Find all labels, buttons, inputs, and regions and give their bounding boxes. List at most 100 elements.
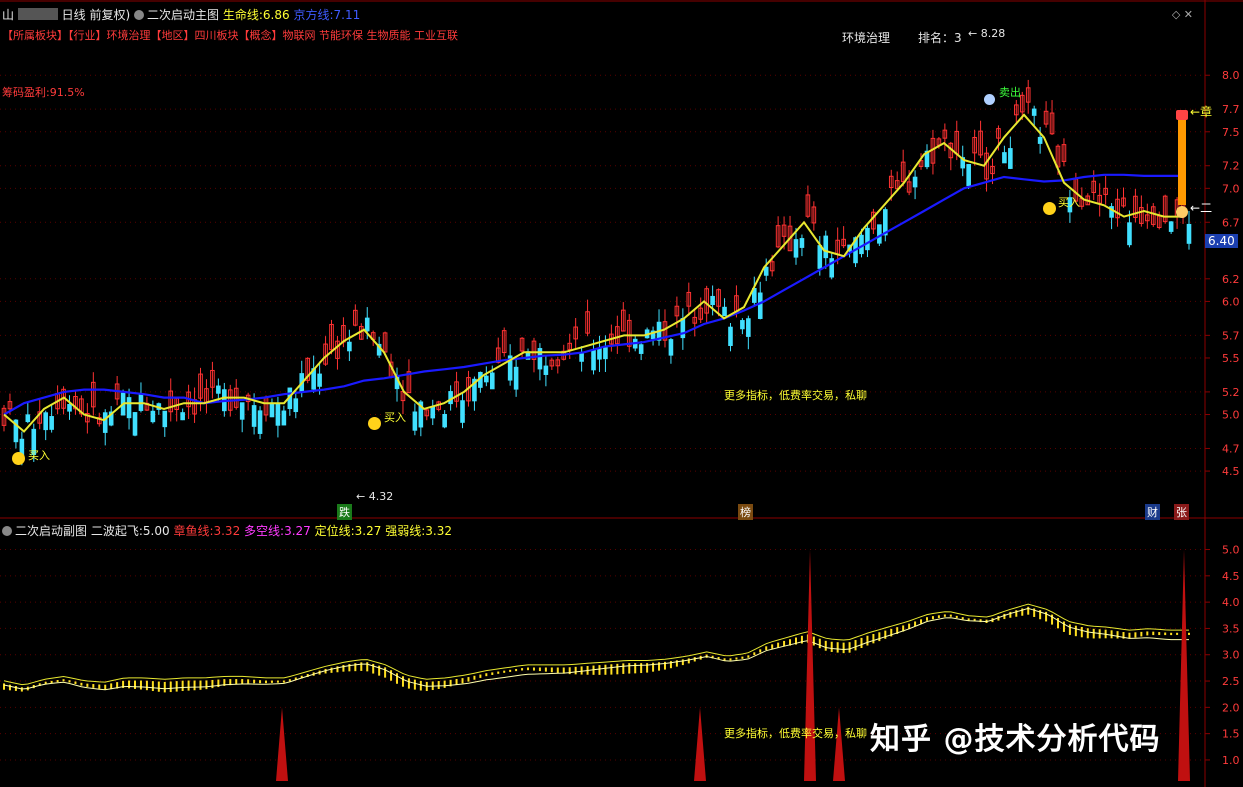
diamond-icon[interactable]: ◇ <box>1172 8 1180 21</box>
candle-body <box>912 176 918 188</box>
candle-body <box>740 320 745 330</box>
price-tick-label: 5.2 <box>1222 386 1240 399</box>
smiley-icon <box>12 452 25 465</box>
sub-tick-label: 4.0 <box>1222 596 1240 609</box>
profit-line-label: 京方线: <box>293 8 334 22</box>
candle-body <box>1127 222 1132 246</box>
candle-body <box>275 403 281 426</box>
candle-body <box>460 400 465 423</box>
ad-text-sub: 更多指标，低费率交易，私聊 <box>724 727 867 740</box>
price-tick-label: 8.0 <box>1222 69 1240 82</box>
current-price-box: 6.40 <box>1205 234 1238 248</box>
settings-circle-icon[interactable] <box>134 10 145 20</box>
price-tick-label: 5.0 <box>1222 409 1240 422</box>
candle-body <box>817 245 823 269</box>
candle-body <box>239 402 245 420</box>
candle-body <box>317 373 322 387</box>
grid-lines <box>0 0 1243 519</box>
candle-body <box>513 366 519 390</box>
main-indicator-name[interactable]: 二次启动主图 <box>147 8 219 22</box>
candle-body <box>543 365 549 375</box>
er-label: ←二 <box>1190 201 1213 215</box>
candle-body <box>102 412 108 433</box>
industry-name: 环境治理 <box>842 31 891 45</box>
symbol-prefix: 山 <box>2 8 15 22</box>
profit-line-value: 7.11 <box>333 8 361 22</box>
sub-tick-label: 2.5 <box>1222 675 1240 688</box>
candle-body <box>668 339 674 356</box>
settings-circle-icon[interactable] <box>2 526 12 536</box>
masked-symbol <box>17 8 58 20</box>
rank-display: 排名：3 <box>918 29 962 46</box>
smiley-icon <box>1043 202 1056 215</box>
price-tick-label: 6.7 <box>1222 216 1240 229</box>
sub-header: 二次启动副图 二波起飞:5.00 章鱼线:3.32 多空线:3.27 定位线:3… <box>2 522 452 539</box>
candle-body <box>489 372 495 390</box>
price-tick-label: 4.7 <box>1222 442 1240 455</box>
ad-text-main: 更多指标，低费率交易，私聊 <box>724 389 867 402</box>
candle-body <box>162 410 168 428</box>
candle-body <box>1186 223 1192 244</box>
candle-body <box>710 295 715 306</box>
candle-body <box>293 398 299 413</box>
sell-star-icon <box>984 94 995 105</box>
profit-line-series <box>3 173 1184 416</box>
candle-body <box>484 375 489 383</box>
candle-body <box>43 412 48 431</box>
high-price-label: ← 8.28 <box>968 27 1006 40</box>
price-tick-label: 7.5 <box>1222 126 1240 139</box>
price-tick-label: 5.5 <box>1222 352 1240 365</box>
close-icon[interactable]: ✕ <box>1184 8 1193 21</box>
candle-body <box>442 414 447 428</box>
candle-body <box>793 239 799 258</box>
price-tick-label: 5.7 <box>1222 329 1240 342</box>
candle-body <box>579 352 584 362</box>
sub-tick-label: 4.5 <box>1222 570 1240 583</box>
concept-tags: 【所属板块】【行业】环境治理【地区】四川板块【概念】物联网 节能环保 生物质能 … <box>2 29 458 42</box>
candle-body <box>150 410 156 423</box>
indicator-bars <box>3 606 1190 693</box>
candle-body <box>132 412 138 436</box>
signal-spike <box>804 549 816 781</box>
diamond-marker-icon <box>1176 110 1188 120</box>
candle-body <box>126 397 132 419</box>
marker-bang[interactable]: 榜 <box>738 504 753 520</box>
buy-signal-1: 买入 <box>28 449 50 462</box>
sub-tick-label: 3.0 <box>1222 649 1240 662</box>
marker-zhang[interactable]: 张 <box>1174 504 1189 520</box>
price-tick-label: 7.7 <box>1222 103 1240 116</box>
candle-body <box>180 412 185 421</box>
sub-axis: 5.0 4.5 4.0 3.5 3.0 2.5 2.0 1.5 1.0 <box>1204 519 1240 787</box>
life-line-value: 6.86 <box>262 8 290 22</box>
marker-cai[interactable]: 财 <box>1145 504 1160 520</box>
buy-signal-3: 买入 <box>1058 196 1080 209</box>
sub-title[interactable]: 二次启动副图 <box>15 524 87 538</box>
marker-die[interactable]: 跌 <box>337 504 352 520</box>
candle-body <box>757 292 763 319</box>
candle-body <box>67 403 72 412</box>
signal-spike <box>1178 549 1190 781</box>
window-controls[interactable]: ◇ ✕ <box>1172 8 1193 21</box>
signal-spike <box>276 707 288 781</box>
smiley-icon <box>368 417 381 430</box>
candle-body <box>49 416 54 430</box>
sub-tick-label: 1.5 <box>1222 728 1240 741</box>
period-label[interactable]: 日线 前复权 <box>62 8 126 22</box>
candle-body <box>799 238 805 248</box>
buy-signal-2: 买入 <box>384 411 406 424</box>
candle-body <box>281 410 287 426</box>
candle-body <box>430 406 436 419</box>
signal-spike <box>694 707 706 781</box>
main-price-chart[interactable]: 8.0 7.7 7.5 7.2 7.0 6.7 6.2 6.0 5.7 5.5 5.2 5.0 4.7 4… <box>0 0 1243 519</box>
candle-body <box>591 349 596 371</box>
life-line-series <box>3 113 1184 433</box>
candle-body <box>1008 148 1013 169</box>
candle-body <box>865 227 870 251</box>
sub-tick-label: 5.0 <box>1222 544 1240 557</box>
candle-body <box>728 326 733 346</box>
price-tick-label: 4.5 <box>1222 465 1240 478</box>
highlight-bar <box>1178 115 1186 205</box>
candle-body <box>763 266 769 276</box>
price-tick-label: 7.2 <box>1222 160 1240 173</box>
candlesticks <box>1 79 1192 466</box>
